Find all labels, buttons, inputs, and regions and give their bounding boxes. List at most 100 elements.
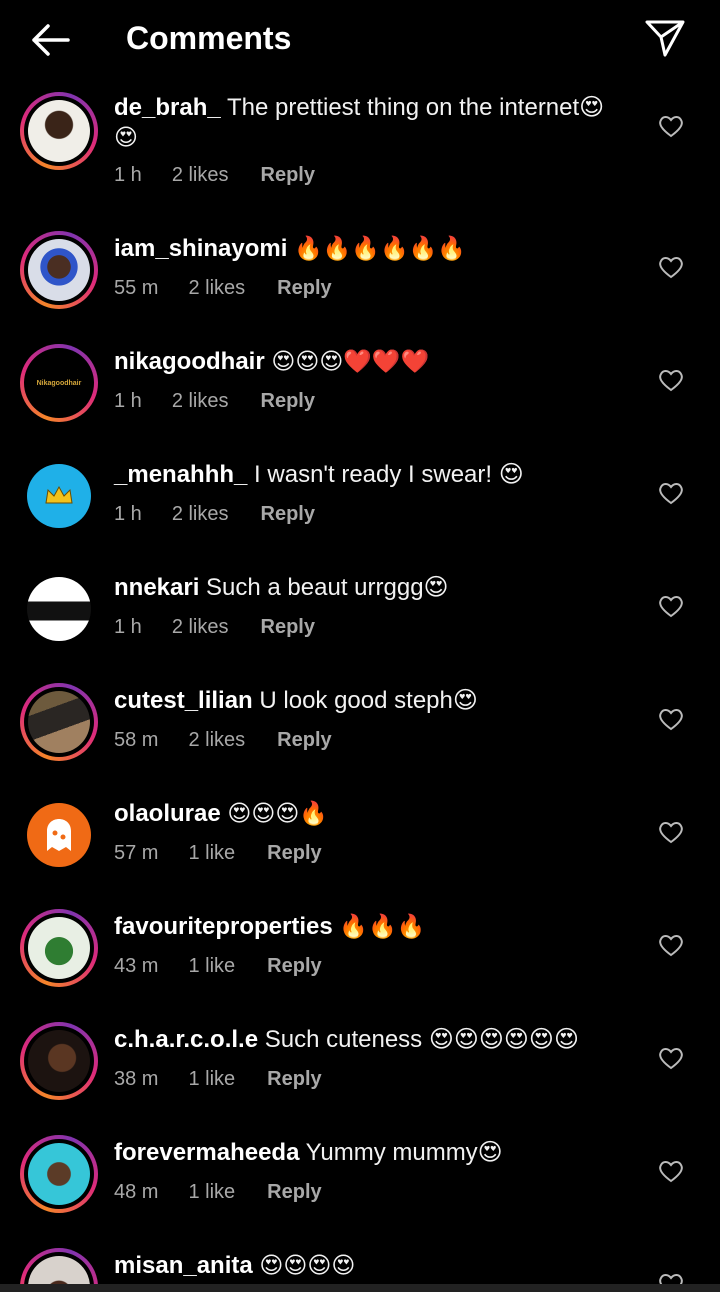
heart-icon[interactable]	[658, 1046, 684, 1070]
comment-item: c.h.a.r.c.o.l.e Such cuteness 😍😍😍😍😍😍 38 …	[0, 1020, 720, 1133]
comment-likes[interactable]: 1 like	[188, 842, 235, 865]
comment-text-line: nikagoodhair 😍😍😍❤️❤️❤️	[114, 347, 429, 377]
comment-body: U look good steph😍	[259, 687, 478, 714]
system-nav-bar	[0, 1284, 720, 1292]
comment-text-line: iam_shinayomi 🔥🔥🔥🔥🔥🔥	[114, 234, 466, 264]
heart-icon[interactable]	[658, 368, 684, 392]
comment-body: Such cuteness 😍😍😍😍😍😍	[264, 1026, 579, 1053]
comment-likes[interactable]: 2 likes	[188, 729, 245, 752]
comment-likes[interactable]: 2 likes	[172, 503, 229, 526]
comment-meta: 1 h 2 likes Reply	[114, 503, 315, 526]
comment-likes[interactable]: 2 likes	[172, 164, 229, 187]
reply-button[interactable]: Reply	[261, 164, 315, 187]
heart-icon[interactable]	[658, 1272, 684, 1284]
reply-button[interactable]: Reply	[267, 1181, 321, 1204]
comment-item: de_brah_ The prettiest thing on the inte…	[0, 88, 720, 201]
avatar[interactable]	[20, 796, 98, 874]
comment-username[interactable]: de_brah_	[114, 94, 221, 121]
comment-likes[interactable]: 1 like	[188, 955, 235, 978]
comment-username[interactable]: iam_shinayomi	[114, 235, 287, 262]
heart-icon[interactable]	[658, 594, 684, 618]
avatar-logo-text: Nikagoodhair	[36, 379, 82, 387]
comment-item: forevermaheeda Yummy mummy😍 48 m 1 like Re…	[0, 1133, 720, 1246]
comment-likes[interactable]: 2 likes	[172, 616, 229, 639]
comment-body: Such a beaut urrggg😍	[206, 574, 449, 601]
paper-plane-icon[interactable]	[644, 18, 686, 58]
comment-item: nnekari Such a beaut urrggg😍 1 h 2 likes R…	[0, 568, 720, 681]
comment-text-line: misan_anita 😍😍😍😍	[114, 1251, 355, 1281]
comment-body-continued: 😍	[114, 125, 138, 151]
comment-meta: 1 h 2 likes Reply	[114, 390, 315, 413]
comment-likes[interactable]: 1 like	[188, 1068, 235, 1091]
comment-item: favouriteproperties 🔥🔥🔥 43 m 1 like Reply	[0, 907, 720, 1020]
crown-icon	[45, 485, 73, 504]
heart-icon[interactable]	[658, 820, 684, 844]
avatar[interactable]	[20, 683, 98, 761]
comment-body: 🔥🔥🔥	[339, 914, 426, 940]
reply-button[interactable]: Reply	[267, 955, 321, 978]
comment-item: Nikagoodhair nikagoodhair 😍😍😍❤️❤️❤️ 1 h 2…	[0, 342, 720, 455]
comment-text-line: de_brah_ The prettiest thing on the inte…	[114, 93, 604, 123]
reply-button[interactable]: Reply	[277, 729, 331, 752]
avatar[interactable]	[20, 909, 98, 987]
comment-username[interactable]: _menahhh_	[114, 461, 247, 488]
comment-meta: 57 m 1 like Reply	[114, 842, 322, 865]
comment-body: Yummy mummy😍	[305, 1139, 503, 1166]
comment-time: 1 h	[114, 503, 142, 525]
comment-meta: 55 m 2 likes Reply	[114, 277, 332, 300]
comment-username[interactable]: cutest_lilian	[114, 687, 253, 714]
comment-username[interactable]: misan_anita	[114, 1252, 253, 1279]
avatar[interactable]	[20, 570, 98, 648]
comment-time: 55 m	[114, 277, 159, 299]
comment-time: 58 m	[114, 729, 159, 751]
comment-username[interactable]: nnekari	[114, 574, 199, 601]
comment-body: The prettiest thing on the internet😍	[226, 94, 605, 121]
avatar[interactable]	[20, 457, 98, 535]
heart-icon[interactable]	[658, 1159, 684, 1183]
reply-button[interactable]: Reply	[261, 503, 315, 526]
comment-username[interactable]: favouriteproperties	[114, 913, 333, 940]
reply-button[interactable]: Reply	[277, 277, 331, 300]
comment-time: 38 m	[114, 1068, 159, 1090]
comment-item: cutest_lilian U look good steph😍 58 m 2 l…	[0, 681, 720, 794]
comment-username[interactable]: c.h.a.r.c.o.l.e	[114, 1026, 258, 1053]
reply-button[interactable]: Reply	[267, 842, 321, 865]
arrow-left-icon[interactable]	[28, 22, 72, 58]
comment-meta: 1 h 2 likes Reply	[114, 164, 315, 187]
comment-item: iam_shinayomi 🔥🔥🔥🔥🔥🔥 55 m 2 likes Reply	[0, 229, 720, 342]
comment-meta: 1 h 2 likes Reply	[114, 616, 315, 639]
comment-likes[interactable]: 2 likes	[172, 390, 229, 413]
comment-text-line: _menahhh_ I wasn't ready I swear! 😍	[114, 460, 524, 490]
page-title: Comments	[126, 20, 292, 56]
comment-time: 48 m	[114, 1181, 159, 1203]
comment-username[interactable]: olaolurae	[114, 800, 221, 827]
reply-button[interactable]: Reply	[261, 616, 315, 639]
heart-icon[interactable]	[658, 707, 684, 731]
comment-username[interactable]: forevermaheeda	[114, 1139, 299, 1166]
heart-icon[interactable]	[658, 481, 684, 505]
comment-likes[interactable]: 2 likes	[188, 277, 245, 300]
comment-text-line: favouriteproperties 🔥🔥🔥	[114, 912, 425, 942]
heart-icon[interactable]	[658, 933, 684, 957]
avatar[interactable]	[20, 1248, 98, 1284]
comment-username[interactable]: nikagoodhair	[114, 348, 265, 375]
avatar[interactable]	[20, 231, 98, 309]
comment-likes[interactable]: 1 like	[188, 1181, 235, 1204]
avatar[interactable]	[20, 92, 98, 170]
comment-item: misan_anita 😍😍😍😍	[0, 1246, 720, 1284]
reply-button[interactable]: Reply	[261, 390, 315, 413]
comment-meta: 38 m 1 like Reply	[114, 1068, 322, 1091]
reply-button[interactable]: Reply	[267, 1068, 321, 1091]
comment-text-line: olaolurae 😍😍😍🔥	[114, 799, 328, 829]
comment-item: olaolurae 😍😍😍🔥 57 m 1 like Reply	[0, 794, 720, 907]
avatar[interactable]: Nikagoodhair	[20, 344, 98, 422]
avatar[interactable]	[20, 1022, 98, 1100]
comment-body: 🔥🔥🔥🔥🔥🔥	[294, 236, 466, 262]
heart-icon[interactable]	[658, 255, 684, 279]
comment-meta: 43 m 1 like Reply	[114, 955, 322, 978]
avatar[interactable]	[20, 1135, 98, 1213]
comment-text-line: c.h.a.r.c.o.l.e Such cuteness 😍😍😍😍😍😍	[114, 1025, 579, 1055]
comment-body: 😍😍😍🔥	[227, 801, 328, 827]
comment-text-line: forevermaheeda Yummy mummy😍	[114, 1138, 503, 1168]
heart-icon[interactable]	[658, 114, 684, 138]
